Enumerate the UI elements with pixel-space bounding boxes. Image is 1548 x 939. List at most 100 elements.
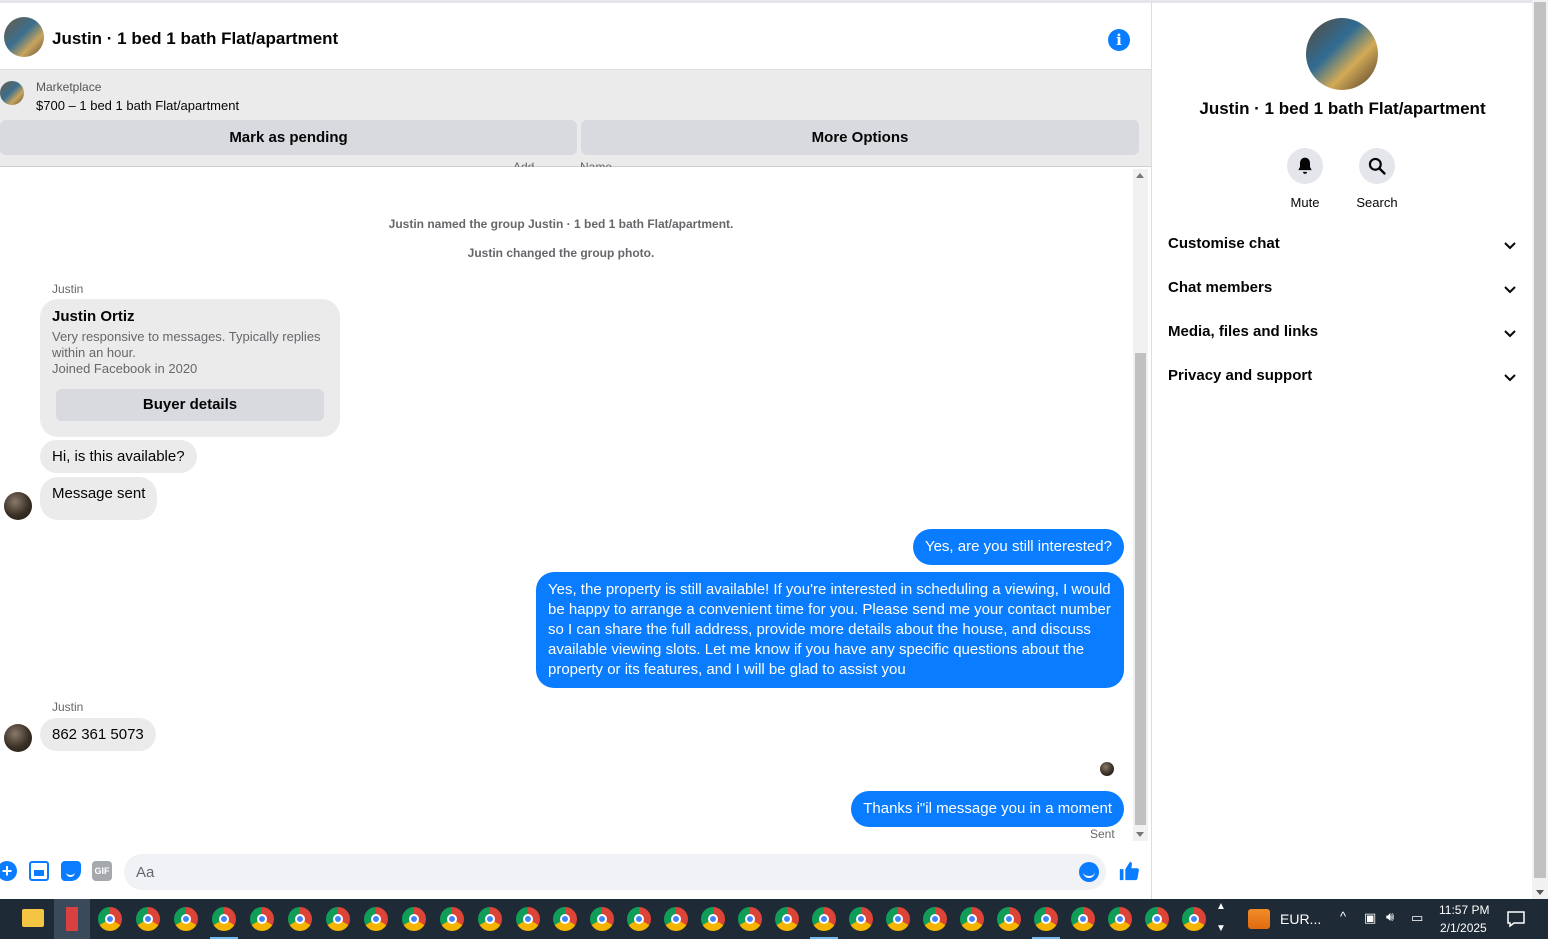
mark-as-pending-button[interactable]: Mark as pending [0,120,577,155]
chrome-icon[interactable] [664,907,688,931]
listing-source: Marketplace [36,80,102,94]
network-icon[interactable]: ▭ [1411,910,1423,926]
chrome-icon[interactable] [775,907,799,931]
like-icon[interactable] [1118,860,1140,882]
section-label: Privacy and support [1168,367,1313,384]
section-label: Customise chat [1168,235,1280,252]
listing-thumbnail[interactable] [0,81,24,105]
page-scroll-down-arrow[interactable] [1536,890,1544,895]
outgoing-message[interactable]: Yes, the property is still available! If… [536,572,1124,688]
group-avatar-large[interactable] [1306,18,1378,90]
bell-icon[interactable] [1287,148,1323,184]
clipped-label-name: Name [580,161,612,167]
currency-widget-label[interactable]: EUR... [1280,911,1321,927]
sender-avatar[interactable] [4,724,32,752]
chrome-icon[interactable] [997,907,1021,931]
chrome-icon[interactable] [886,907,910,931]
chrome-icon[interactable] [288,907,312,931]
pinned-app-icon[interactable] [54,899,90,939]
chrome-icon[interactable] [1108,907,1132,931]
scrollbar-thumb[interactable] [1135,353,1146,825]
chrome-icon[interactable] [590,907,614,931]
chrome-icon[interactable] [738,907,762,931]
outgoing-message[interactable]: Thanks i"il message you in a moment [851,791,1124,827]
buyer-details-button[interactable]: Buyer details [56,389,324,421]
chrome-icon[interactable] [960,907,984,931]
chrome-icon[interactable] [98,907,122,931]
chrome-icon[interactable] [1034,907,1058,931]
chrome-icon[interactable] [849,907,873,931]
currency-widget-icon[interactable] [1248,909,1270,929]
chevron-down-icon [1504,374,1516,382]
chrome-icon[interactable] [627,907,651,931]
show-hidden-icons-icon[interactable]: ^ [1340,909,1346,924]
listing-price-title[interactable]: $700 – 1 bed 1 bath Flat/apartment [36,98,239,113]
message-input[interactable] [124,854,1106,890]
chrome-icon[interactable] [440,907,464,931]
page-scrollbar[interactable] [1532,0,1548,899]
taskbar-scroll-up-icon[interactable]: ▲ [1216,901,1226,912]
search-icon[interactable] [1359,148,1395,184]
incoming-message[interactable]: 862 361 5073 [40,718,156,751]
info-icon[interactable]: i [1108,29,1130,51]
chrome-icon[interactable] [212,907,236,931]
outgoing-message[interactable]: Yes, are you still interested? [912,529,1124,565]
system-message-photo: Justin changed the group photo. [467,246,655,260]
chevron-down-icon [1504,330,1516,338]
windows-taskbar: ▲ ▼ EUR... ^ ▣ 🔊︎ ▭ 11:57 PM 2/1/2025 [0,899,1548,939]
more-options-button[interactable]: More Options [581,120,1139,155]
chrome-icon[interactable] [516,907,540,931]
volume-icon[interactable]: 🔊︎ [1386,909,1394,925]
buyer-profile-card: Justin Ortiz Very responsive to messages… [40,299,340,437]
section-chat-members[interactable]: Chat members [1168,279,1518,303]
sticker-icon[interactable] [61,861,81,881]
chat-scrollbar[interactable] [1133,169,1148,841]
clock-date[interactable]: 2/1/2025 [1440,921,1487,935]
incoming-message[interactable]: Hi, is this available? [40,440,197,473]
emoji-icon[interactable] [1079,862,1099,882]
chrome-icon[interactable] [1071,907,1095,931]
incoming-message[interactable]: Message sent [40,477,158,520]
chat-header: Justin · 1 bed 1 bath Flat/apartment i [0,6,1151,70]
messenger-window: Justin · 1 bed 1 bath Flat/apartment i M… [0,0,1548,939]
clock-time[interactable]: 11:57 PM [1439,903,1489,917]
page-scrollbar-thumb[interactable] [1534,2,1546,878]
chrome-icon[interactable] [553,907,577,931]
chat-title: Justin · 1 bed 1 bath Flat/apartment [52,29,339,48]
seen-indicator-avatar [1100,762,1114,776]
chrome-icon[interactable] [812,907,836,931]
notification-center-icon[interactable] [1506,909,1526,929]
section-privacy-support[interactable]: Privacy and support [1168,367,1518,391]
group-avatar[interactable] [4,17,44,57]
search-button[interactable]: Search [1347,148,1407,210]
scroll-up-arrow[interactable] [1136,173,1144,178]
file-explorer-icon[interactable] [22,909,44,927]
plus-icon[interactable]: + [0,861,17,881]
chrome-icon[interactable] [174,907,198,931]
gallery-icon[interactable] [29,861,49,881]
meet-now-icon[interactable]: ▣ [1364,910,1376,926]
sender-name: Justin [52,282,84,296]
chrome-icon[interactable] [1145,907,1169,931]
section-label: Media, files and links [1168,323,1319,340]
chrome-icon[interactable] [701,907,725,931]
chat-pane: Justin · 1 bed 1 bath Flat/apartment i M… [0,0,1151,899]
chrome-icon[interactable] [478,907,502,931]
chrome-icon[interactable] [136,907,160,931]
section-media-files-links[interactable]: Media, files and links [1168,323,1518,347]
chrome-icon[interactable] [923,907,947,931]
message-status: Sent [1090,827,1115,841]
sender-avatar[interactable] [4,492,32,520]
mute-button[interactable]: Mute [1275,148,1335,210]
gif-icon[interactable]: GIF [92,861,112,881]
scroll-down-arrow[interactable] [1136,832,1144,837]
section-customise-chat[interactable]: Customise chat [1168,235,1518,259]
message-composer: + GIF [0,853,1151,893]
chrome-icon[interactable] [402,907,426,931]
chrome-icon[interactable] [364,907,388,931]
chrome-icon[interactable] [1182,907,1206,931]
buyer-name: Justin Ortiz [52,308,135,325]
chrome-icon[interactable] [250,907,274,931]
chrome-icon[interactable] [326,907,350,931]
taskbar-scroll-down-icon[interactable]: ▼ [1216,923,1226,934]
